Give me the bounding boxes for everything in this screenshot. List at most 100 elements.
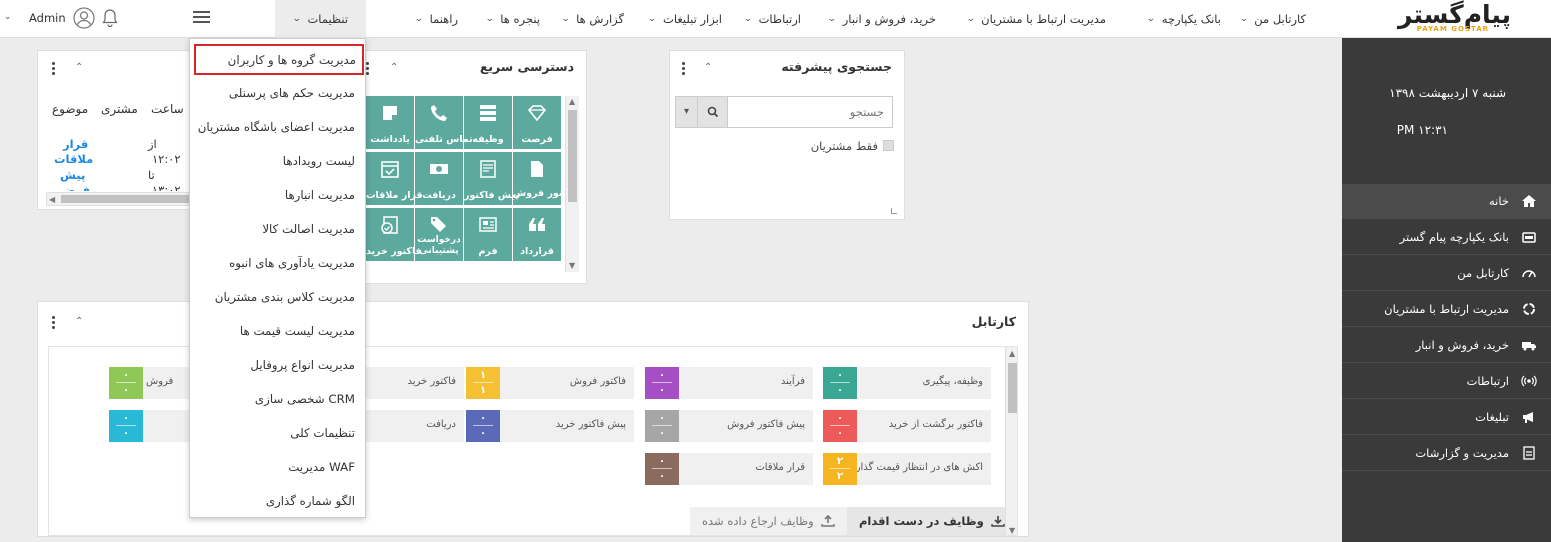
- horizontal-scrollbar[interactable]: ◀: [46, 192, 194, 206]
- menu-item-numbering-pattern[interactable]: الگو شماره گذاری: [190, 484, 365, 518]
- menu-item-manage-groups-users[interactable]: مدیریت گروه ها و کاربران: [194, 44, 364, 75]
- menu-item-crm-customization[interactable]: شخصی سازی CRM: [190, 382, 365, 416]
- menu-item-general-settings[interactable]: تنظیمات کلی: [190, 416, 365, 450]
- card-count: ۰: [830, 412, 850, 426]
- collapse-icon[interactable]: ⌃: [704, 62, 712, 73]
- card-task-followup[interactable]: وظیفه، پیگیری ۰۰: [823, 367, 991, 399]
- sidebar-item-communications[interactable]: ارتباطات: [1342, 364, 1551, 399]
- tile-sales-invoice[interactable]: فاکتور فروش: [513, 152, 567, 205]
- card-sales[interactable]: فروش ۰۰: [109, 367, 197, 399]
- scroll-left-arrow[interactable]: ◀: [49, 195, 55, 204]
- collapse-icon[interactable]: ⌃: [390, 62, 398, 73]
- nav-item-integrated-bank[interactable]: ⌄ بانک یکپارچه: [1143, 0, 1225, 38]
- search-dropdown-button[interactable]: ▾: [676, 97, 698, 127]
- card-receipt[interactable]: دریافت: [349, 410, 464, 442]
- sidebar-item-ads[interactable]: تبلیغات: [1342, 400, 1551, 435]
- scroll-up-arrow[interactable]: ▲: [1009, 349, 1015, 358]
- nav-item-settings[interactable]: ⌄ تنظیمات: [275, 0, 366, 38]
- card-purchase-proforma[interactable]: پیش فاکتور خرید ۰۰: [466, 410, 634, 442]
- tile-note[interactable]: یادداشت: [366, 96, 414, 149]
- nav-item-sales-inventory[interactable]: ⌄ خرید، فروش و انبار: [824, 0, 940, 38]
- card-count-total: ۰: [658, 471, 666, 482]
- menu-item-personnel-orders[interactable]: مدیریت حکم های پرسنلی: [190, 76, 365, 110]
- scrollbar-thumb[interactable]: [1008, 363, 1017, 413]
- menu-item-customer-classification[interactable]: مدیریت کلاس بندی مشتریان: [190, 280, 365, 314]
- nav-item-ad-tools[interactable]: ⌄ ابزار تبلیغات: [644, 0, 726, 38]
- menu-item-customer-club-members[interactable]: مدیریت اعضای باشگاه مشتریان: [190, 110, 365, 144]
- tile-contract[interactable]: قرارداد: [513, 208, 561, 261]
- tile-form[interactable]: فرم: [464, 208, 512, 261]
- sidebar-item-integrated-bank[interactable]: بانک یکپارچه پیام گستر: [1342, 220, 1551, 255]
- user-avatar-icon[interactable]: [73, 7, 95, 29]
- collapse-icon[interactable]: ⌃: [75, 62, 83, 73]
- sidebar-item-management-reports[interactable]: مدیریت و گزارشات: [1342, 436, 1551, 471]
- user-name[interactable]: Admin: [29, 11, 66, 25]
- more-options-icon[interactable]: [52, 62, 56, 76]
- scroll-down-arrow[interactable]: ▼: [569, 261, 575, 270]
- tile-phone-call[interactable]: تماس تلفنی: [415, 96, 473, 149]
- tile-purchase-invoice[interactable]: فاکتور خرید: [366, 208, 422, 261]
- only-customers-checkbox[interactable]: فقط مشتریان: [811, 139, 894, 153]
- sidebar-item-my-kartabl[interactable]: کارتابل من: [1342, 256, 1551, 291]
- menu-item-bulk-reminders[interactable]: مدیریت یادآوری های انبوه: [190, 246, 365, 280]
- menu-item-product-authenticity[interactable]: مدیریت اصالت کالا: [190, 212, 365, 246]
- quick-access-scrollbar[interactable]: ▲ ▼: [565, 96, 579, 272]
- form-icon: [479, 217, 497, 232]
- tile-proforma[interactable]: پیش فاکتور: [464, 152, 519, 205]
- subject-link[interactable]: پیش: [60, 168, 85, 182]
- nav-item-windows[interactable]: ⌄ پنجره ها: [482, 0, 544, 38]
- card-sales-invoice[interactable]: فاکتور فروش ۱۱: [466, 367, 634, 399]
- card-purchase-return-invoice[interactable]: فاکتور برگشت از خرید ۰۰: [823, 410, 991, 442]
- scrollbar-thumb[interactable]: [568, 110, 577, 202]
- scroll-down-arrow[interactable]: ▼: [1009, 526, 1015, 535]
- menu-icon[interactable]: [193, 11, 210, 24]
- card-sales-proforma[interactable]: پیش فاکتور فروش ۰۰: [645, 410, 813, 442]
- diamond-icon: [527, 105, 547, 122]
- menu-item-price-lists[interactable]: مدیریت لیست قیمت ها: [190, 314, 365, 348]
- card-appointment[interactable]: قرار ملاقات ۰۰: [645, 453, 813, 485]
- checkbox[interactable]: [883, 140, 894, 151]
- tab-tasks-referred[interactable]: وظایف ارجاع داده شده: [690, 507, 847, 535]
- subject-link[interactable]: قرار: [63, 137, 88, 151]
- tile-appointment[interactable]: قرار ملاقات: [366, 152, 423, 205]
- card-unlabeled[interactable]: ۰۰: [109, 410, 197, 442]
- menu-item-event-list[interactable]: لیست رویدادها: [190, 144, 365, 178]
- nav-item-reports[interactable]: ⌄ گزارش ها: [558, 0, 628, 38]
- menu-item-warehouses[interactable]: مدیریت انبارها: [190, 178, 365, 212]
- sidebar-item-label: خرید، فروش و انبار: [1415, 338, 1509, 352]
- tile-label: فاکتور فروش: [513, 188, 567, 199]
- more-options-icon[interactable]: [52, 316, 56, 330]
- menu-item-profile-types[interactable]: مدیریت انواع پروفایل: [190, 348, 365, 382]
- menu-item-waf[interactable]: مدیریت WAF: [190, 450, 365, 484]
- search-button[interactable]: [698, 97, 728, 127]
- chevron-down-icon[interactable]: ⌄: [4, 12, 12, 22]
- menu-item-label: مدیریت حکم های پرسنلی: [228, 86, 355, 100]
- sidebar-item-crm[interactable]: مدیریت ارتباط با مشتریان: [1342, 292, 1551, 327]
- card-pending-pricing[interactable]: اکش های در انتظار قیمت گذاری ۲۲: [823, 453, 991, 485]
- collapse-icon[interactable]: ⌃: [75, 316, 83, 327]
- card-purchase-invoice[interactable]: فاکتور خرید: [349, 367, 464, 399]
- download-icon: [991, 516, 1005, 527]
- scrollbar-thumb[interactable]: [61, 195, 194, 203]
- kartabl-scrollbar[interactable]: ▲ ▼: [1005, 347, 1017, 535]
- sidebar-item-home[interactable]: خانه: [1342, 184, 1551, 219]
- bell-icon[interactable]: [102, 8, 118, 28]
- tile-support-request[interactable]: درخواست پشتیبانی: [415, 208, 463, 261]
- subject-link[interactable]: فرض: [60, 183, 90, 191]
- nav-item-my-kartabl[interactable]: ⌄ کارتابل من: [1236, 0, 1310, 38]
- search-input[interactable]: [729, 97, 892, 127]
- subject-link[interactable]: ملاقات: [54, 152, 93, 166]
- card-process[interactable]: فرآیند ۰۰: [645, 367, 813, 399]
- nav-item-crm[interactable]: ⌄ مدیریت ارتباط با مشتریان: [963, 0, 1110, 38]
- more-options-icon[interactable]: [682, 62, 686, 76]
- resize-handle[interactable]: [891, 208, 897, 214]
- nav-item-help[interactable]: ⌄ راهنما: [411, 0, 462, 38]
- sidebar-item-sales-inventory[interactable]: خرید، فروش و انبار: [1342, 328, 1551, 363]
- tab-tasks-in-progress[interactable]: وظایف در دست اقدام: [847, 507, 1017, 535]
- time-value: تا: [148, 168, 155, 182]
- card-count: ۰: [652, 369, 672, 383]
- tile-opportunity[interactable]: فرصت: [513, 96, 561, 149]
- scroll-up-arrow[interactable]: ▲: [569, 97, 575, 106]
- more-options-icon[interactable]: [366, 62, 370, 76]
- nav-item-communications[interactable]: ⌄ ارتباطات: [740, 0, 805, 38]
